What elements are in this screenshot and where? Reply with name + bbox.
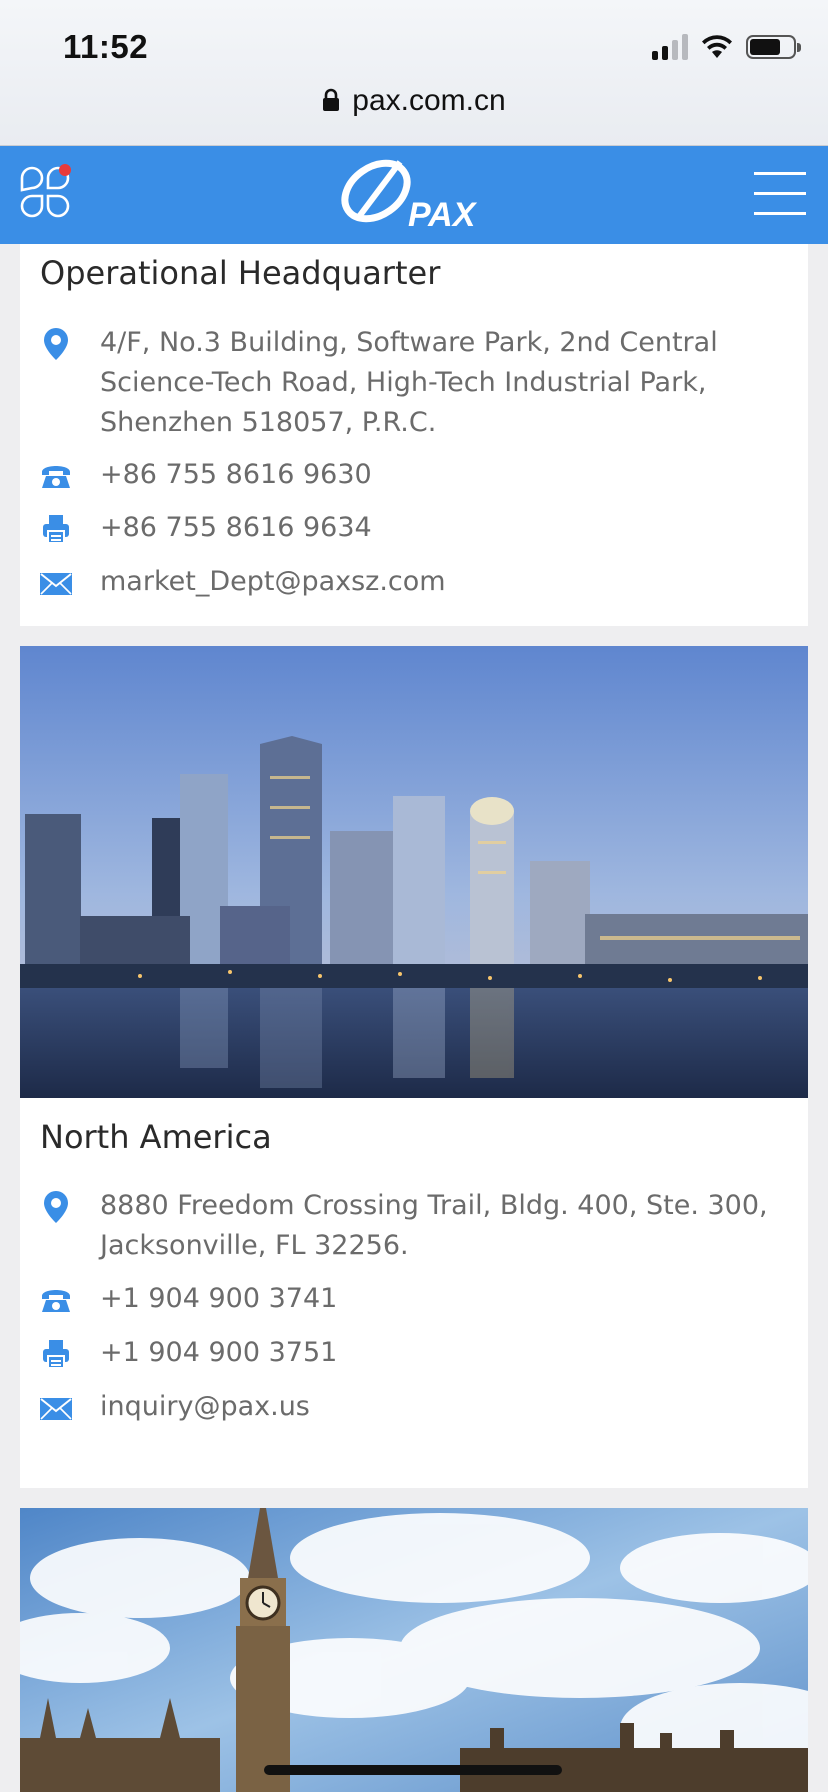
url-text: pax.com.cn xyxy=(352,84,506,117)
office-email-row[interactable]: inquiry@pax.us xyxy=(40,1387,800,1427)
office-email[interactable]: inquiry@pax.us xyxy=(100,1387,800,1427)
office-phone[interactable]: +86 755 8616 9630 xyxy=(100,455,800,495)
europe-city-photo xyxy=(20,1508,808,1792)
office-fax: +1 904 900 3751 xyxy=(100,1337,338,1368)
brand-text: PAX xyxy=(408,196,478,234)
office-fax-row: +1 904 900 3751 xyxy=(40,1333,800,1373)
office-address: 8880 Freedom Crossing Trail, Bldg. 400, … xyxy=(100,1190,768,1261)
office-card-north-america: North America 8880 Freedom Crossing Trai… xyxy=(20,1098,808,1488)
apps-icon[interactable] xyxy=(18,164,74,220)
office-fax: +86 755 8616 9634 xyxy=(100,512,372,543)
mail-icon xyxy=(40,566,72,600)
address-bar[interactable]: pax.com.cn xyxy=(0,84,828,118)
office-address-row: 4/F, No.3 Building, Software Park, 2nd C… xyxy=(40,323,800,443)
wifi-icon xyxy=(702,35,732,58)
north-america-city-photo xyxy=(20,646,808,1098)
office-card-hq: Operational Headquarter 4/F, No.3 Buildi… xyxy=(20,244,808,626)
office-title: Operational Headquarter xyxy=(40,254,441,292)
menu-icon[interactable] xyxy=(754,172,806,216)
notification-dot xyxy=(59,164,71,176)
office-address-row: 8880 Freedom Crossing Trail, Bldg. 400, … xyxy=(40,1186,800,1268)
office-email-row[interactable]: market_Dept@paxsz.com xyxy=(40,562,800,602)
office-address: 4/F, No.3 Building, Software Park, 2nd C… xyxy=(100,327,718,438)
phone-icon xyxy=(40,1283,72,1317)
office-phone-row[interactable]: +1 904 900 3741 xyxy=(40,1279,800,1319)
phone-icon xyxy=(40,459,72,493)
home-indicator[interactable] xyxy=(264,1765,562,1775)
pax-logo[interactable]: PAX xyxy=(330,156,500,238)
office-phone-row[interactable]: +86 755 8616 9630 xyxy=(40,455,800,495)
status-icons xyxy=(652,34,801,60)
fax-icon xyxy=(40,1337,72,1371)
site-header: PAX xyxy=(0,146,828,244)
office-fax-row: +86 755 8616 9634 xyxy=(40,508,800,548)
location-pin-icon xyxy=(40,327,72,361)
fax-icon xyxy=(40,512,72,546)
battery-icon xyxy=(746,35,801,59)
office-title: North America xyxy=(40,1118,272,1156)
mail-icon xyxy=(40,1391,72,1425)
office-phone[interactable]: +1 904 900 3741 xyxy=(100,1279,800,1319)
office-email[interactable]: market_Dept@paxsz.com xyxy=(100,562,800,602)
lock-icon xyxy=(323,88,340,111)
status-time: 11:52 xyxy=(63,28,149,65)
signal-icon xyxy=(652,34,688,60)
browser-chrome: 11:52 pax.com.cn xyxy=(0,0,828,146)
location-pin-icon xyxy=(40,1190,72,1224)
